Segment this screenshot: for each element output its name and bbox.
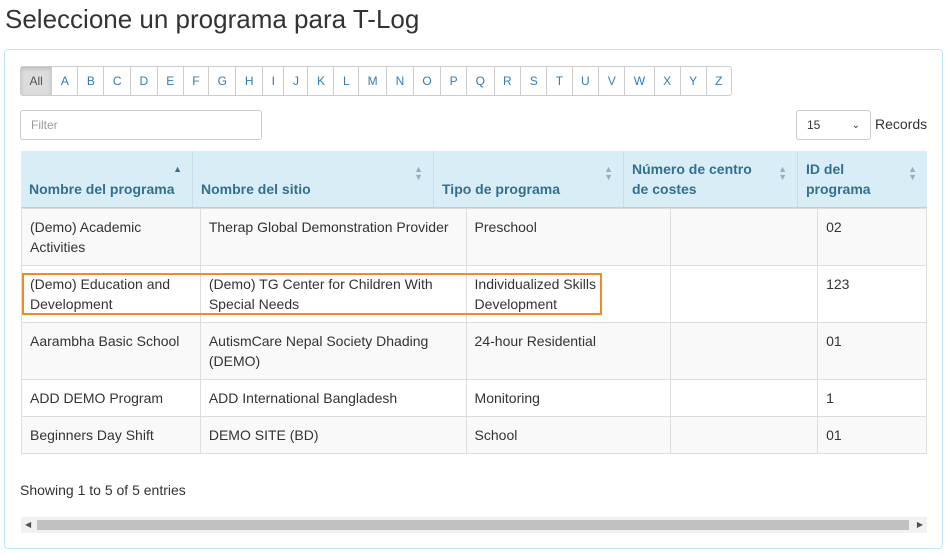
table-cell: 1 [817,379,927,417]
table-cell: DEMO SITE (BD) [199,416,467,454]
records-select[interactable]: 15 ⌄ [796,110,871,140]
letter-filter-z[interactable]: Z [705,67,731,95]
column-header-program-type[interactable]: Tipo de programa ▲ ▼ [433,151,623,207]
letter-filter-e[interactable]: E [156,67,183,95]
table-cell: 02 [817,208,927,266]
table-row[interactable]: ADD DEMO Program ADD International Bangla… [21,379,927,417]
scroll-left-icon[interactable]: ◀ [25,520,31,529]
letter-filter-y[interactable]: Y [679,67,706,95]
letter-filter-l[interactable]: L [333,67,358,95]
table-cell: ADD International Bangladesh [199,379,467,417]
table-cell: Beginners Day Shift [21,416,201,454]
letter-filter-t[interactable]: T [546,67,571,95]
table-cell: 123 [817,265,927,323]
records-value: 15 [807,118,821,132]
alphabet-filter: All A B C D E F G H I J K L M N O P Q R S T U V W X Y Z [20,66,732,96]
sort-icon: ▲ ▼ [414,164,423,182]
column-header-program-id[interactable]: ID del programa ▲ ▼ [797,151,927,207]
table-row[interactable]: Aarambha Basic School AutismCare Nepal So… [21,322,927,380]
letter-filter-c[interactable]: C [103,67,130,95]
page-title: Seleccione un programa para T-Log [5,4,420,34]
table-cell: 24-hour Residential [465,322,672,380]
letter-filter-i[interactable]: I [262,67,283,95]
letter-filter-x[interactable]: X [653,67,680,95]
column-label: Número de centro de costes [632,161,752,197]
table-row[interactable]: Beginners Day Shift DEMO SITE (BD) School 0… [21,416,927,454]
letter-filter-k[interactable]: K [307,67,333,95]
letter-filter-o[interactable]: O [412,67,440,95]
sort-icon: ▲ ▼ [604,164,613,182]
letter-filter-u[interactable]: U [571,67,599,95]
table-cell [670,208,819,266]
letter-filter-f[interactable]: F [182,67,208,95]
letter-filter-m[interactable]: M [358,67,386,95]
chevron-down-icon: ⌄ [851,119,860,131]
table-cell: AutismCare Nepal Society Dhading (DEMO) [199,322,467,380]
table-info: Showing 1 to 5 of 5 entries [20,482,186,498]
table-cell: School [465,416,672,454]
table-cell: Aarambha Basic School [21,322,201,380]
column-header-site-name[interactable]: Nombre del sitio ▲ ▼ [192,151,433,207]
letter-filter-b[interactable]: B [77,67,103,95]
letter-filter-a[interactable]: A [51,67,77,95]
letter-filter-v[interactable]: V [598,67,624,95]
letter-filter-n[interactable]: N [386,67,413,95]
records-label: Records [875,116,928,132]
table-cell: Monitoring [465,379,672,417]
horizontal-scrollbar[interactable]: ◀ ▶ [21,517,927,533]
table-cell: Therap Global Demonstration Provider [199,208,467,266]
table-header: Nombre del programa ▲ Nombre del sitio ▲ ▼ … [21,151,927,208]
column-header-program-name[interactable]: Nombre del programa ▲ [21,151,192,207]
column-label: ID del programa [806,161,871,197]
table-cell: Preschool [465,208,672,266]
table-row[interactable]: (Demo) Academic Activities Therap Global … [21,208,927,266]
filter-input[interactable] [20,110,262,140]
letter-filter-g[interactable]: G [208,67,235,95]
sort-asc-icon: ▲ [173,164,182,174]
letter-filter-w[interactable]: W [624,67,653,95]
letter-filter-h[interactable]: H [235,67,262,95]
column-label: Nombre del sitio [201,181,311,197]
table-cell [670,265,819,323]
table-cell [670,322,819,380]
column-label: Tipo de programa [442,181,560,197]
table-cell [670,379,819,417]
letter-filter-j[interactable]: J [283,67,307,95]
table-cell: 01 [817,416,927,454]
sort-icon: ▲ ▼ [908,164,917,182]
letter-filter-p[interactable]: P [440,67,466,95]
column-header-cost-center[interactable]: Número de centro de costes ▲ ▼ [623,151,797,207]
table-cell: (Demo) Academic Activities [21,208,201,266]
highlighted-row-outline [22,273,602,315]
table-cell: ADD DEMO Program [21,379,201,417]
letter-filter-q[interactable]: Q [466,67,493,95]
scroll-right-icon[interactable]: ▶ [917,520,923,529]
table-cell [670,416,819,454]
column-label: Nombre del programa [29,181,175,197]
scrollbar-thumb[interactable] [37,520,909,530]
programs-table: (Demo) Academic Activities Therap Global … [21,208,927,454]
letter-filter-all[interactable]: All [21,67,52,95]
table-cell: 01 [817,322,927,380]
letter-filter-r[interactable]: R [493,67,521,95]
letter-filter-s[interactable]: S [520,67,546,95]
letter-filter-d[interactable]: D [130,67,157,95]
sort-icon: ▲ ▼ [778,164,787,182]
